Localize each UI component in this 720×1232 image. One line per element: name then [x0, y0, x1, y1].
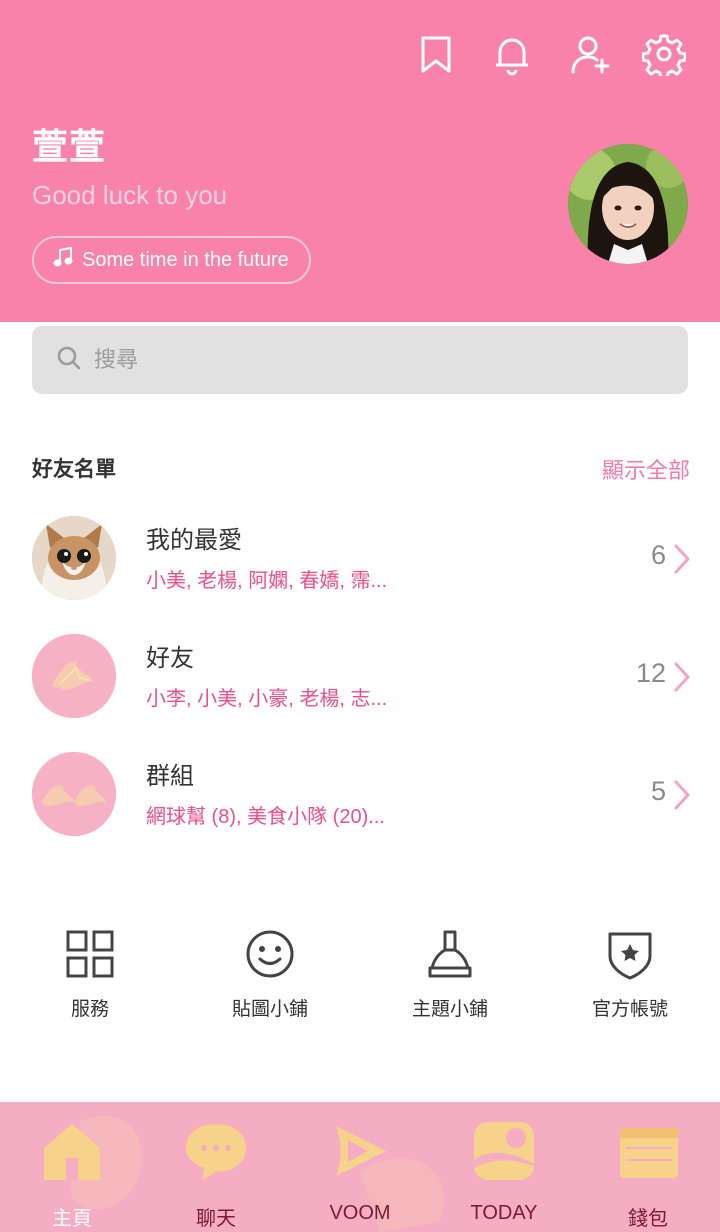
friend-group-friends[interactable]: 好友 小李, 小美, 小豪, 老楊, 志... 12: [0, 634, 720, 734]
music-title: Some time in the future: [82, 248, 289, 271]
group-count: 12: [635, 658, 666, 688]
chevron-right-icon: [674, 544, 690, 574]
cat-avatar: [32, 516, 116, 600]
group-title: 好友: [146, 644, 194, 672]
add-friend-icon[interactable]: [568, 32, 612, 76]
brush-icon: [428, 930, 472, 978]
friend-group-favorites[interactable]: 我的最愛 小美, 老楊, 阿嫻, 春嬌, 霈... 6: [0, 516, 720, 616]
today-icon: [474, 1122, 534, 1180]
tab-wallet[interactable]: 錢包: [576, 1102, 720, 1232]
profile-name[interactable]: 萱萱: [32, 118, 106, 170]
smiley-icon: [246, 930, 294, 978]
tab-label: 錢包: [628, 1208, 668, 1230]
status-message[interactable]: Good luck to you: [32, 180, 227, 211]
profile-header: 萱萱 Good luck to you Some time in the fut…: [0, 0, 720, 322]
gear-icon[interactable]: [641, 32, 687, 80]
service-label: 主題小鋪: [411, 998, 488, 1020]
tab-label: TODAY: [470, 1202, 538, 1224]
show-all-link[interactable]: 顯示全部: [602, 453, 690, 485]
home-icon: [44, 1124, 100, 1180]
friend-group-groups[interactable]: 群組 網球幫 (8), 美食小隊 (20)... 5: [0, 752, 720, 852]
tab-chat[interactable]: 聊天: [144, 1102, 288, 1232]
group-title: 我的最愛: [146, 526, 242, 554]
tab-label: 聊天: [196, 1208, 236, 1230]
search-icon: [56, 345, 82, 375]
group-members: 小李, 小美, 小豪, 老楊, 志...: [146, 688, 388, 710]
tab-today[interactable]: TODAY: [432, 1102, 576, 1232]
group-members: 網球幫 (8), 美食小隊 (20)...: [146, 806, 385, 828]
tab-label: 主頁: [52, 1208, 92, 1230]
group-count: 5: [650, 776, 666, 806]
wallet-icon: [620, 1128, 678, 1178]
tab-home[interactable]: 主頁: [0, 1102, 144, 1232]
service-theme-shop[interactable]: 主題小鋪: [360, 926, 540, 1021]
group-members: 小美, 老楊, 阿嫻, 春嬌, 霈...: [146, 570, 388, 592]
friends-avatar: [32, 634, 116, 718]
avatar[interactable]: [568, 144, 688, 264]
service-official-accounts[interactable]: 官方帳號: [540, 926, 720, 1021]
group-title: 群組: [146, 762, 194, 790]
tab-voom[interactable]: VOOM: [288, 1102, 432, 1232]
bookmark-icon[interactable]: [414, 32, 458, 76]
shield-star-icon: [608, 932, 652, 980]
music-note-icon: [52, 246, 74, 274]
bottom-tab-bar: 主頁 聊天 VOOM TODAY 錢包: [0, 1102, 720, 1232]
service-label: 貼圖小鋪: [231, 998, 308, 1020]
bell-icon[interactable]: [490, 32, 534, 76]
groups-avatar: [32, 752, 116, 836]
profile-music-button[interactable]: Some time in the future: [32, 236, 311, 284]
service-sticker-shop[interactable]: 貼圖小鋪: [180, 926, 360, 1021]
service-label: 官方帳號: [591, 998, 668, 1020]
grid-icon: [66, 930, 114, 978]
service-services[interactable]: 服務: [0, 926, 180, 1021]
service-label: 服務: [70, 998, 109, 1020]
tab-label: VOOM: [329, 1202, 391, 1224]
voom-icon: [336, 1126, 386, 1176]
group-count: 6: [650, 540, 666, 570]
search-bar[interactable]: [32, 326, 688, 394]
search-input[interactable]: [94, 347, 634, 373]
chat-icon: [186, 1124, 246, 1180]
chevron-right-icon: [674, 662, 690, 692]
chevron-right-icon: [674, 780, 690, 810]
friend-list-title: 好友名單: [32, 457, 116, 481]
